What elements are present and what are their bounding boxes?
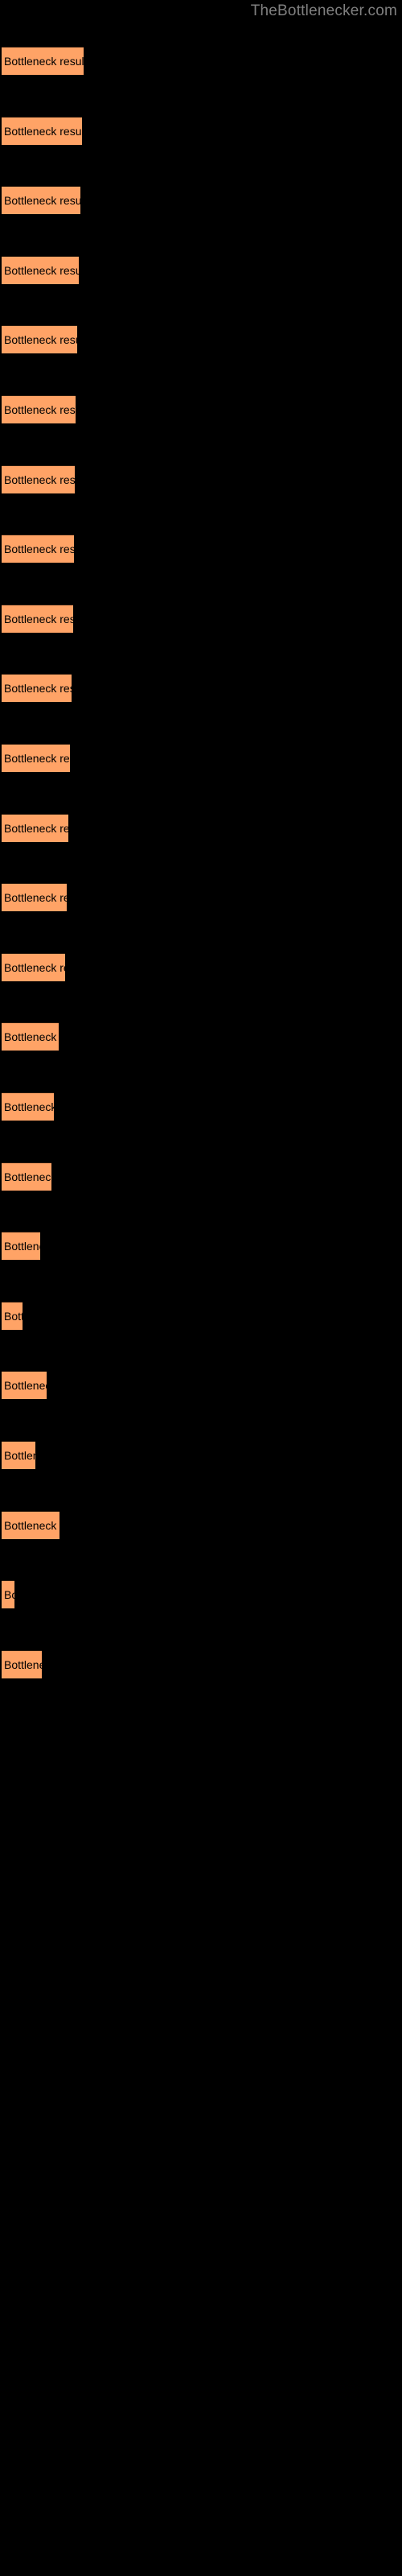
bar-row: Bottleneck result <box>0 1511 402 1540</box>
bar-label: Bottleneck result <box>4 1588 14 1601</box>
bar-row: Bottleneck result <box>0 1580 402 1609</box>
bar-label: Bottleneck result <box>4 333 77 346</box>
bottleneck-result-bar[interactable]: Bottleneck result <box>2 1232 40 1260</box>
bottleneck-result-bar[interactable]: Bottleneck result <box>2 395 76 423</box>
bottleneck-result-bar[interactable]: Bottleneck result <box>2 1022 59 1051</box>
bottleneck-bar-chart: Bottleneck result Bottleneck result Bottle… <box>0 0 402 2576</box>
bar-row: Bottleneck result <box>0 953 402 982</box>
bar-label: Bottleneck result <box>4 55 84 68</box>
bar-row: Bottleneck result <box>0 1232 402 1261</box>
bar-row: Bottleneck result <box>0 1650 402 1679</box>
bar-label: Bottleneck result <box>4 1449 35 1462</box>
bar-row: Bottleneck result <box>0 465 402 494</box>
bar-label: Bottleneck result <box>4 1100 54 1113</box>
bottleneck-result-bar[interactable]: Bottleneck result <box>2 47 84 75</box>
bar-label: Bottleneck result <box>4 194 80 207</box>
bar-row: Bottleneck result <box>0 256 402 285</box>
bottleneck-result-bar[interactable]: Bottleneck result <box>2 814 68 842</box>
bottleneck-result-bar[interactable]: Bottleneck result <box>2 605 73 633</box>
bar-label: Bottleneck result <box>4 682 72 695</box>
bottleneck-result-bar[interactable]: Bottleneck result <box>2 1371 47 1399</box>
bar-label: Bottleneck result <box>4 403 76 416</box>
bar-label: Bottleneck result <box>4 961 65 974</box>
bar-row: Bottleneck result <box>0 1092 402 1121</box>
bottleneck-result-bar[interactable]: Bottleneck result <box>2 1092 54 1121</box>
bar-row: Bottleneck result <box>0 325 402 354</box>
bar-label: Bottleneck result <box>4 822 68 835</box>
bar-row: Bottleneck result <box>0 535 402 564</box>
bottleneck-result-bar[interactable]: Bottleneck result <box>2 1511 59 1539</box>
bar-row: Bottleneck result <box>0 395 402 424</box>
bar-row: Bottleneck result <box>0 1302 402 1331</box>
bottleneck-result-bar[interactable]: Bottleneck result <box>2 883 67 911</box>
bar-label: Bottleneck result <box>4 543 74 555</box>
bar-row: Bottleneck result <box>0 883 402 912</box>
bar-label: Bottleneck result <box>4 1030 59 1043</box>
bar-row: Bottleneck result <box>0 47 402 76</box>
bottleneck-result-bar[interactable]: Bottleneck result <box>2 1441 35 1469</box>
bar-row: Bottleneck result <box>0 1441 402 1470</box>
bar-label: Bottleneck result <box>4 1379 47 1392</box>
bottleneck-result-bar[interactable]: Bottleneck result <box>2 1580 14 1608</box>
bottleneck-result-bar[interactable]: Bottleneck result <box>2 1162 51 1191</box>
bottleneck-result-bar[interactable]: Bottleneck result <box>2 953 65 981</box>
bottleneck-result-bar[interactable]: Bottleneck result <box>2 1650 42 1678</box>
bar-label: Bottleneck result <box>4 613 73 625</box>
bar-label: Bottleneck result <box>4 1240 40 1253</box>
bottleneck-result-bar[interactable]: Bottleneck result <box>2 186 80 214</box>
bar-label: Bottleneck result <box>4 891 67 904</box>
bar-row: Bottleneck result <box>0 1371 402 1400</box>
bottleneck-result-bar[interactable]: Bottleneck result <box>2 256 79 284</box>
bar-row: Bottleneck result <box>0 674 402 703</box>
bar-label: Bottleneck result <box>4 1310 23 1323</box>
bottleneck-result-bar[interactable]: Bottleneck result <box>2 325 77 353</box>
bar-label: Bottleneck result <box>4 473 75 486</box>
bottleneck-result-bar[interactable]: Bottleneck result <box>2 465 75 493</box>
bar-label: Bottleneck result <box>4 1170 51 1183</box>
bottleneck-result-bar[interactable]: Bottleneck result <box>2 117 82 145</box>
page-root: TheBottlenecker.com Bottleneck result Bot… <box>0 0 402 2576</box>
bar-label: Bottleneck result <box>4 1658 42 1671</box>
bar-row: Bottleneck result <box>0 1022 402 1051</box>
bar-label: Bottleneck result <box>4 125 82 138</box>
bar-label: Bottleneck result <box>4 264 79 277</box>
bottleneck-result-bar[interactable]: Bottleneck result <box>2 744 70 772</box>
bar-row: Bottleneck result <box>0 1162 402 1191</box>
bar-label: Bottleneck result <box>4 1519 59 1532</box>
bar-row: Bottleneck result <box>0 605 402 634</box>
bar-label: Bottleneck result <box>4 752 70 765</box>
bar-row: Bottleneck result <box>0 814 402 843</box>
bottleneck-result-bar[interactable]: Bottleneck result <box>2 1302 23 1330</box>
bar-row: Bottleneck result <box>0 117 402 146</box>
bar-row: Bottleneck result <box>0 744 402 773</box>
bar-row: Bottleneck result <box>0 186 402 215</box>
bottleneck-result-bar[interactable]: Bottleneck result <box>2 535 74 563</box>
bottleneck-result-bar[interactable]: Bottleneck result <box>2 674 72 702</box>
